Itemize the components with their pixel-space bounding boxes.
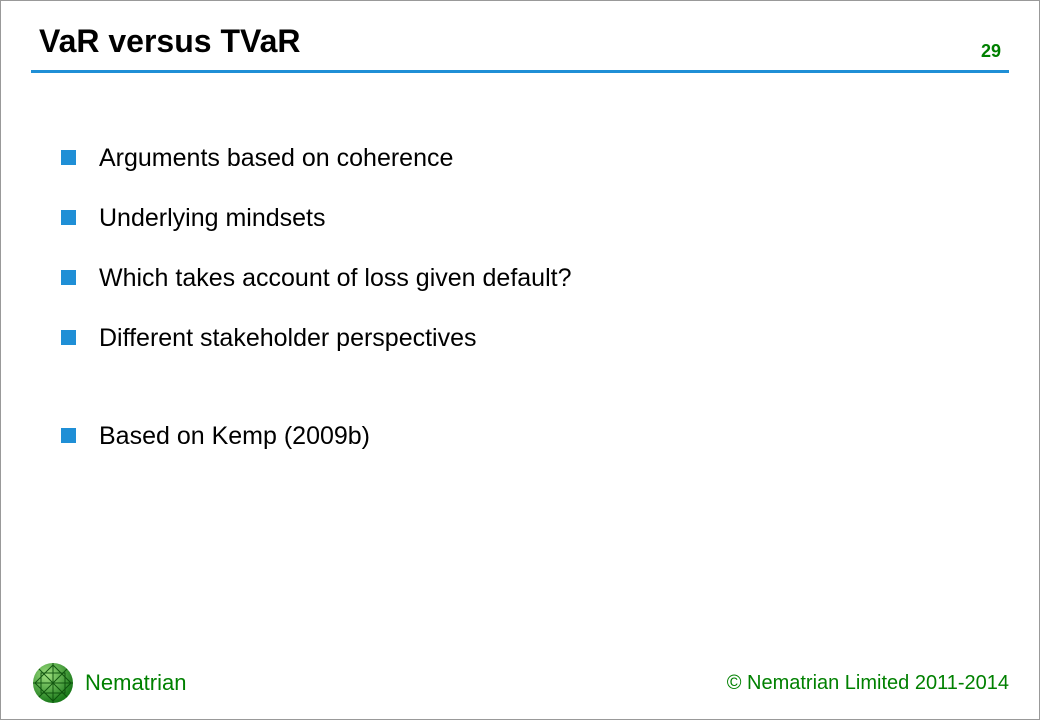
slide: VaR versus TVaR 29 Arguments based on co… bbox=[1, 1, 1039, 719]
list-item: Based on Kemp (2009b) bbox=[61, 421, 979, 451]
list-item: Which takes account of loss given defaul… bbox=[61, 263, 979, 293]
list-item: Arguments based on coherence bbox=[61, 143, 979, 173]
bullet-text: Based on Kemp (2009b) bbox=[99, 422, 370, 450]
brand-name: Nematrian bbox=[85, 670, 186, 696]
bullet-text: Underlying mindsets bbox=[99, 204, 326, 232]
copyright-text: © Nematrian Limited 2011-2014 bbox=[727, 672, 1009, 695]
list-item: Underlying mindsets bbox=[61, 203, 979, 233]
slide-footer: Nematrian © Nematrian Limited 2011-2014 bbox=[1, 661, 1039, 705]
bullet-text: Different stakeholder perspectives bbox=[99, 324, 477, 352]
list-gap bbox=[61, 383, 979, 421]
bullet-list: Arguments based on coherence Underlying … bbox=[61, 143, 979, 451]
page-number: 29 bbox=[981, 41, 1001, 62]
brand-logo-icon bbox=[31, 661, 75, 705]
square-bullet-icon bbox=[61, 330, 76, 345]
bullet-text: Which takes account of loss given defaul… bbox=[99, 264, 572, 292]
square-bullet-icon bbox=[61, 270, 76, 285]
bullet-text: Arguments based on coherence bbox=[99, 144, 453, 172]
slide-title: VaR versus TVaR bbox=[39, 23, 1001, 60]
square-bullet-icon bbox=[61, 210, 76, 225]
square-bullet-icon bbox=[61, 428, 76, 443]
slide-content: Arguments based on coherence Underlying … bbox=[1, 73, 1039, 451]
list-item: Different stakeholder perspectives bbox=[61, 323, 979, 353]
slide-header: VaR versus TVaR 29 bbox=[1, 1, 1039, 60]
square-bullet-icon bbox=[61, 150, 76, 165]
footer-left: Nematrian bbox=[31, 661, 186, 705]
